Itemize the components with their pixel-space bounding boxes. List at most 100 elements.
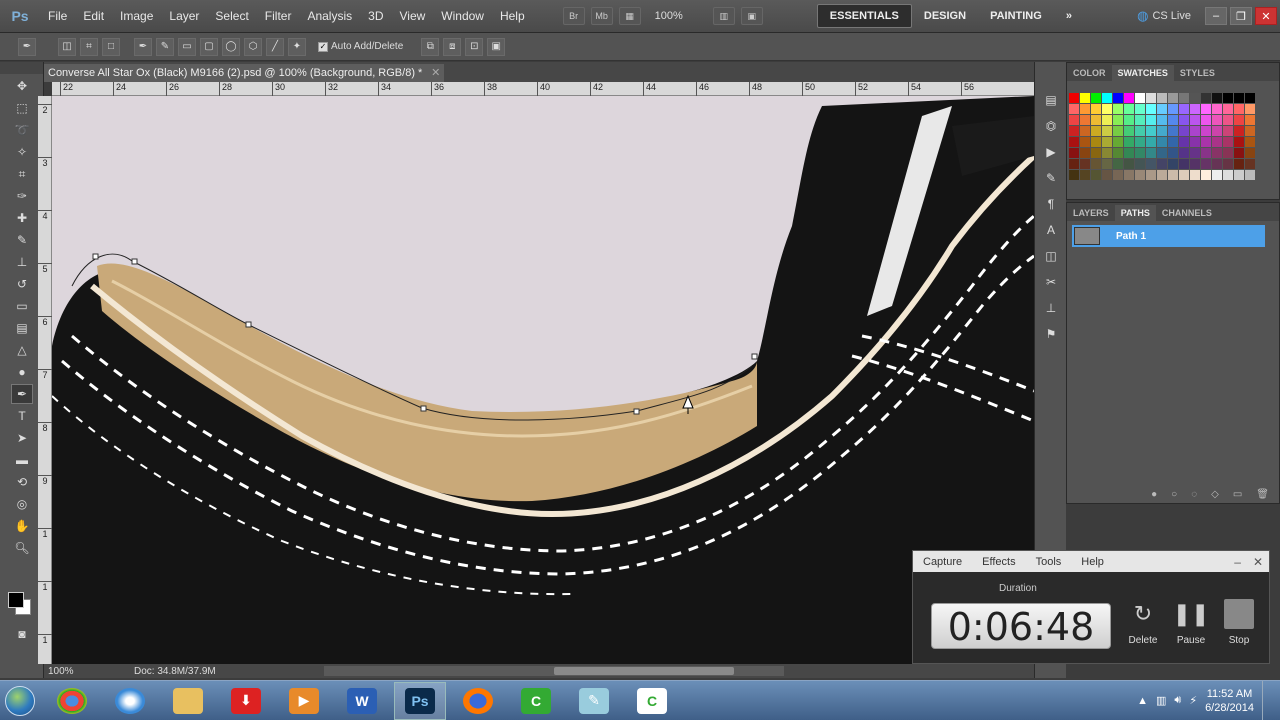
- more-workspaces-icon[interactable]: »: [1054, 0, 1084, 33]
- swatch[interactable]: [1091, 93, 1101, 103]
- swatch[interactable]: [1113, 137, 1123, 147]
- swatch[interactable]: [1113, 148, 1123, 158]
- brush-tool-icon[interactable]: ✎: [11, 230, 33, 250]
- swatch[interactable]: [1234, 159, 1244, 169]
- character-icon[interactable]: A: [1040, 220, 1062, 240]
- path-exclude-icon[interactable]: ▣: [487, 37, 506, 56]
- tab-layers[interactable]: LAYERS: [1067, 205, 1115, 221]
- swatch[interactable]: [1102, 170, 1112, 180]
- rectangle-icon[interactable]: ▭: [178, 37, 196, 56]
- notes-icon[interactable]: ⚑: [1040, 324, 1062, 344]
- document-canvas[interactable]: [52, 96, 1034, 664]
- swatch[interactable]: [1069, 126, 1079, 136]
- horizontal-scrollbar[interactable]: [324, 666, 784, 676]
- freeform-pen-icon[interactable]: ✎: [156, 37, 174, 56]
- swatch[interactable]: [1234, 126, 1244, 136]
- menu-view[interactable]: View: [391, 0, 433, 33]
- menu-tools[interactable]: Tools: [1026, 556, 1072, 568]
- menu-help[interactable]: Help: [1071, 556, 1114, 568]
- swatch[interactable]: [1113, 170, 1123, 180]
- tool-presets-icon[interactable]: ✂: [1040, 272, 1062, 292]
- swatch[interactable]: [1223, 93, 1233, 103]
- taskbar-camtasia[interactable]: C: [510, 682, 562, 720]
- swatch[interactable]: [1124, 159, 1134, 169]
- swatch[interactable]: [1168, 148, 1178, 158]
- swatch[interactable]: [1135, 115, 1145, 125]
- swatch[interactable]: [1091, 137, 1101, 147]
- swatch[interactable]: [1091, 126, 1101, 136]
- swatch[interactable]: [1168, 126, 1178, 136]
- swatch[interactable]: [1135, 104, 1145, 114]
- zoom-level[interactable]: 100%: [655, 10, 683, 22]
- 3d-orbit-tool-icon[interactable]: ◎: [11, 494, 33, 514]
- swatch[interactable]: [1135, 170, 1145, 180]
- menu-help[interactable]: Help: [492, 0, 533, 33]
- menu-filter[interactable]: Filter: [257, 0, 300, 33]
- eyedropper-tool-icon[interactable]: ✑: [11, 186, 33, 206]
- swatch[interactable]: [1234, 104, 1244, 114]
- scrollbar-thumb[interactable]: [554, 667, 734, 675]
- swatch[interactable]: [1157, 126, 1167, 136]
- swatch[interactable]: [1201, 137, 1211, 147]
- status-zoom[interactable]: 100%: [44, 666, 84, 677]
- swatch[interactable]: [1080, 137, 1090, 147]
- taskbar-word[interactable]: W: [336, 682, 388, 720]
- quick-select-tool-icon[interactable]: ✧: [11, 142, 33, 162]
- swatch[interactable]: [1212, 148, 1222, 158]
- swatch[interactable]: [1245, 126, 1255, 136]
- swatch[interactable]: [1212, 137, 1222, 147]
- paths-mode-icon[interactable]: ⌗: [80, 37, 98, 56]
- path-add-icon[interactable]: ⧉: [421, 37, 440, 56]
- anchor-point[interactable]: [245, 321, 252, 328]
- swatch[interactable]: [1102, 159, 1112, 169]
- arrange-documents-button[interactable]: ▥: [712, 7, 735, 25]
- pen-tool-icon[interactable]: ✒: [11, 384, 33, 404]
- pen-icon[interactable]: ✒: [134, 37, 152, 56]
- swatch[interactable]: [1113, 104, 1123, 114]
- swatch[interactable]: [1234, 148, 1244, 158]
- swatch[interactable]: [1135, 126, 1145, 136]
- rounded-rectangle-icon[interactable]: ▢: [200, 37, 218, 56]
- swatch[interactable]: [1124, 170, 1134, 180]
- swatch[interactable]: [1245, 170, 1255, 180]
- document-tab[interactable]: Converse All Star Ox (Black) M9166 (2).p…: [44, 64, 445, 82]
- swatch[interactable]: [1113, 115, 1123, 125]
- swatch[interactable]: [1201, 148, 1211, 158]
- swatch[interactable]: [1102, 115, 1112, 125]
- anchor-point[interactable]: [751, 353, 758, 360]
- clock[interactable]: 11:52 AM 6/28/2014: [1205, 687, 1254, 715]
- swatch[interactable]: [1179, 126, 1189, 136]
- swatch[interactable]: [1157, 93, 1167, 103]
- crop-tool-icon[interactable]: ⌗: [11, 164, 33, 184]
- minibridge-button[interactable]: Mb: [590, 7, 613, 25]
- path-row[interactable]: Path 1: [1072, 225, 1265, 247]
- auto-add-delete-checkbox[interactable]: ✓ Auto Add/Delete: [318, 41, 403, 52]
- workspace-essentials[interactable]: ESSENTIALS: [816, 4, 912, 28]
- actions-icon[interactable]: ▶: [1040, 142, 1062, 162]
- swatch[interactable]: [1080, 104, 1090, 114]
- swatch-grid[interactable]: [1069, 93, 1264, 181]
- anchor-point[interactable]: [92, 253, 99, 260]
- swatch[interactable]: [1069, 93, 1079, 103]
- eraser-tool-icon[interactable]: ▭: [11, 296, 33, 316]
- swatch[interactable]: [1124, 104, 1134, 114]
- taskbar-browser[interactable]: [104, 682, 156, 720]
- swatch[interactable]: [1212, 126, 1222, 136]
- menu-layer[interactable]: Layer: [161, 0, 207, 33]
- swatch[interactable]: [1124, 148, 1134, 158]
- gradient-tool-icon[interactable]: ▤: [11, 318, 33, 338]
- path-intersect-icon[interactable]: ⊡: [465, 37, 484, 56]
- swatch[interactable]: [1223, 148, 1233, 158]
- swatch[interactable]: [1201, 104, 1211, 114]
- maximize-button[interactable]: ❐: [1230, 7, 1252, 25]
- swatch[interactable]: [1124, 93, 1134, 103]
- swatch[interactable]: [1135, 137, 1145, 147]
- swatch[interactable]: [1135, 93, 1145, 103]
- swatch[interactable]: [1091, 104, 1101, 114]
- swatch[interactable]: [1179, 115, 1189, 125]
- menu-effects[interactable]: Effects: [972, 556, 1025, 568]
- swatch[interactable]: [1080, 93, 1090, 103]
- workspace-design[interactable]: DESIGN: [912, 0, 978, 33]
- swatch[interactable]: [1102, 148, 1112, 158]
- swatch[interactable]: [1102, 104, 1112, 114]
